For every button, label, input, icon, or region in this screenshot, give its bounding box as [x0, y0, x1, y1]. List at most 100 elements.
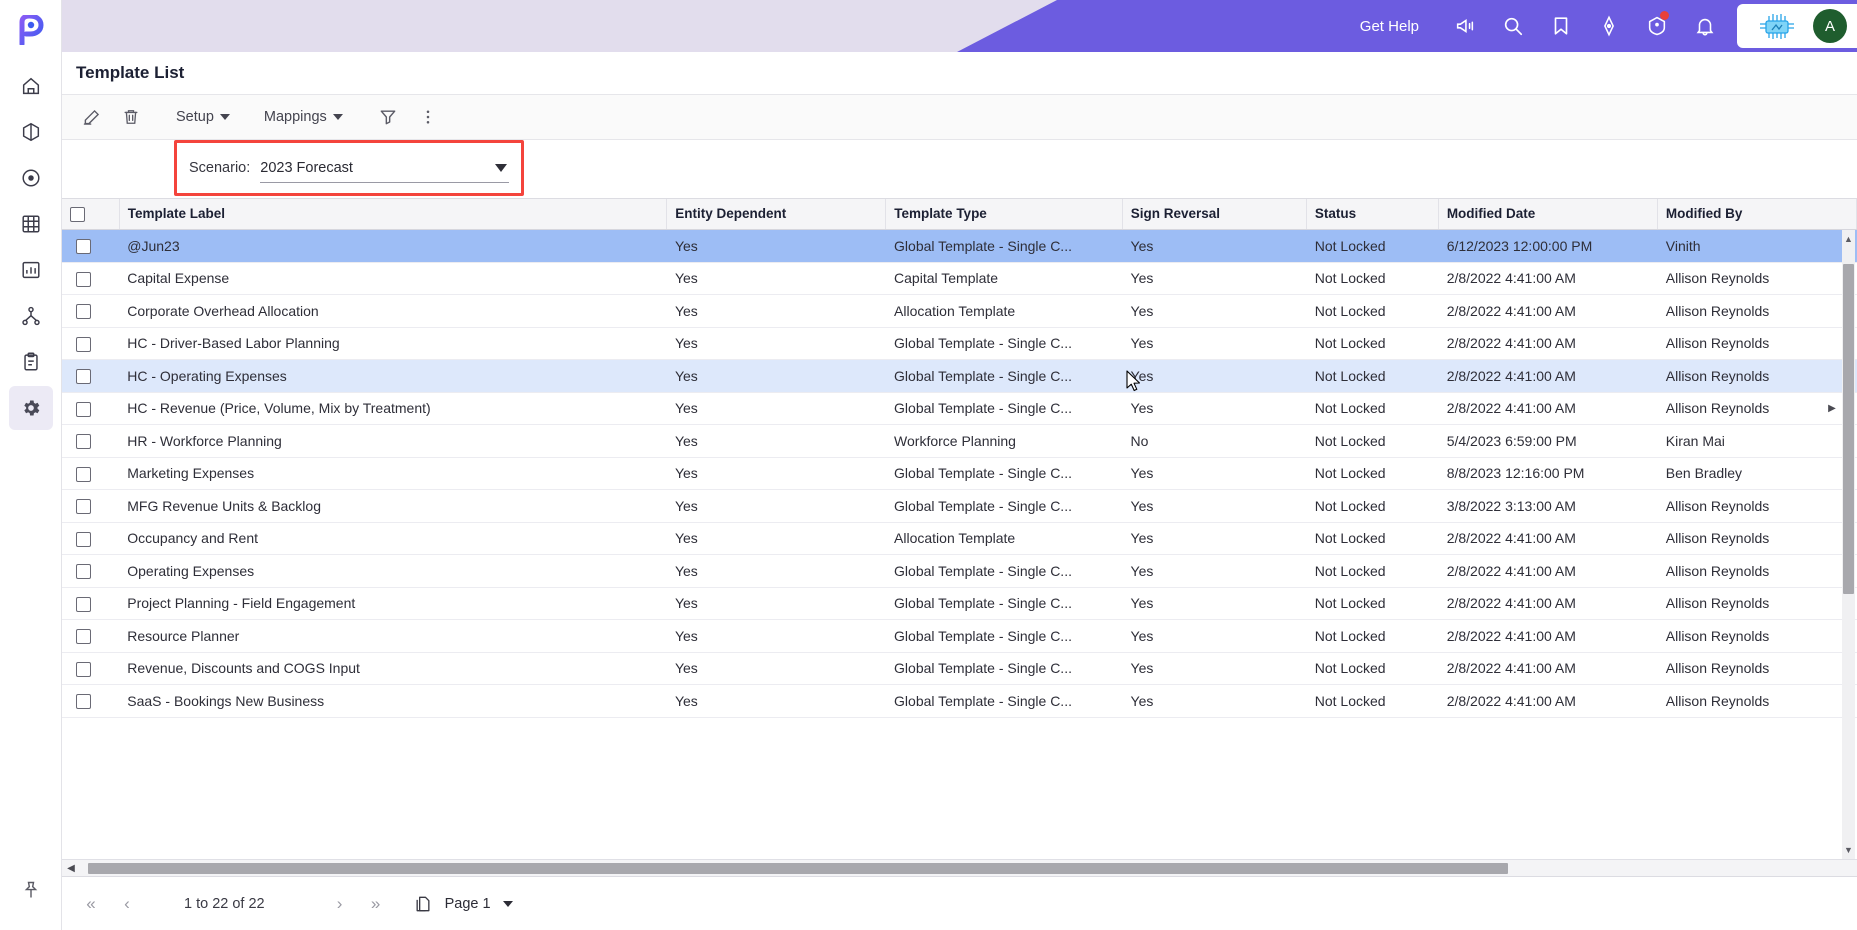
col-template-type[interactable]: Template Type — [885, 199, 1123, 230]
cell-template-type: Allocation Template — [886, 522, 1123, 555]
row-checkbox-cell[interactable] — [62, 619, 120, 653]
row-checkbox[interactable] — [76, 336, 91, 352]
table-row[interactable]: HC - Operating Expenses Yes Global Templat… — [62, 359, 1857, 393]
col-status[interactable]: Status — [1306, 199, 1439, 230]
row-checkbox[interactable] — [76, 694, 91, 710]
trash-icon[interactable] — [112, 98, 150, 136]
table-row[interactable]: HC - Revenue (Price, Volume, Mix by Trea… — [62, 392, 1857, 425]
cell-template-type: Global Template - Single C... — [886, 684, 1123, 718]
row-checkbox-cell[interactable] — [62, 489, 120, 523]
edit-icon[interactable] — [72, 98, 110, 136]
table-row[interactable]: Project Planning - Field Engagement Yes Gl… — [62, 587, 1857, 620]
cell-template-label: Operating Expenses — [119, 554, 667, 588]
col-modified-by[interactable]: Modified By — [1657, 199, 1857, 230]
cell-entity-dependent: Yes — [666, 392, 887, 425]
megaphone-icon[interactable] — [1441, 0, 1489, 52]
chip-icon[interactable] — [1751, 9, 1803, 43]
row-checkbox[interactable] — [76, 401, 91, 417]
prev-page-icon[interactable]: ‹ — [112, 889, 142, 919]
row-checkbox[interactable] — [76, 466, 91, 482]
box-icon[interactable] — [1633, 0, 1681, 52]
sidebar-item-targets[interactable] — [9, 156, 53, 200]
row-checkbox[interactable] — [76, 531, 91, 547]
table-row[interactable]: Marketing Expenses Yes Global Template - S… — [62, 457, 1857, 490]
sidebar-item-grids[interactable] — [9, 202, 53, 246]
compass-icon[interactable] — [1585, 0, 1633, 52]
vertical-scroll-thumb[interactable] — [1843, 263, 1854, 594]
last-page-icon[interactable]: » — [361, 889, 391, 919]
row-checkbox-cell[interactable] — [62, 554, 120, 588]
row-checkbox[interactable] — [76, 629, 91, 645]
row-checkbox-cell[interactable] — [62, 262, 120, 295]
first-page-icon[interactable]: « — [76, 889, 106, 919]
sidebar-item-models[interactable] — [9, 110, 53, 154]
row-checkbox-cell[interactable] — [62, 522, 120, 555]
bell-icon[interactable] — [1681, 0, 1729, 52]
row-checkbox[interactable] — [76, 499, 91, 515]
table-row[interactable]: MFG Revenue Units & Backlog Yes Global Tem… — [62, 489, 1857, 523]
col-template-label[interactable]: Template Label — [119, 199, 668, 230]
pin-icon[interactable] — [9, 868, 53, 912]
sidebar-item-hierarchy[interactable] — [9, 294, 53, 338]
col-modified-date[interactable]: Modified Date — [1438, 199, 1658, 230]
sidebar-item-tasks[interactable] — [9, 340, 53, 384]
cell-sign-reversal: Yes — [1122, 294, 1307, 328]
bookmark-icon[interactable] — [1537, 0, 1585, 52]
chevron-down-icon — [219, 114, 230, 120]
next-page-icon[interactable]: › — [325, 889, 355, 919]
row-checkbox-cell[interactable] — [62, 392, 120, 425]
col-entity-dependent[interactable]: Entity Dependent — [666, 199, 887, 230]
avatar[interactable]: A — [1813, 9, 1847, 43]
funnel-icon[interactable] — [369, 98, 407, 136]
table-row[interactable]: Occupancy and Rent Yes Allocation Template… — [62, 522, 1857, 555]
select-all-checkbox[interactable] — [70, 206, 85, 222]
horizontal-scroll-thumb[interactable] — [88, 863, 1508, 874]
row-checkbox-cell[interactable] — [62, 587, 120, 620]
horizontal-scrollbar[interactable]: ◀ ▶ — [62, 403, 1857, 876]
row-checkbox[interactable] — [76, 564, 91, 580]
get-help-link[interactable]: Get Help — [1360, 18, 1419, 35]
row-checkbox-cell[interactable] — [62, 652, 120, 685]
sidebar-item-reports[interactable] — [9, 248, 53, 292]
sidebar-item-home[interactable] — [9, 64, 53, 108]
sidebar-item-settings[interactable] — [8, 386, 53, 430]
row-checkbox-cell[interactable] — [62, 294, 120, 328]
table-row[interactable]: HC - Driver-Based Labor Planning Yes Globa… — [62, 327, 1857, 360]
row-checkbox[interactable] — [76, 271, 91, 287]
table-row[interactable]: Revenue, Discounts and COGS Input Yes Glob… — [62, 652, 1857, 685]
row-checkbox[interactable] — [76, 596, 91, 612]
row-checkbox-cell[interactable] — [62, 359, 120, 393]
table-row[interactable]: @Jun23 Yes Global Template - Single C... Ye… — [62, 229, 1857, 263]
row-checkbox-cell[interactable] — [62, 424, 120, 458]
col-sign-reversal[interactable]: Sign Reversal — [1122, 199, 1307, 230]
scroll-up-arrow[interactable]: ▲ — [1843, 232, 1854, 246]
row-checkbox[interactable] — [76, 304, 91, 320]
setup-menu-button[interactable]: Setup — [168, 98, 238, 136]
table-row[interactable]: HR - Workforce Planning Yes Workforce Plan… — [62, 424, 1857, 458]
notification-dot — [1660, 11, 1669, 20]
row-checkbox[interactable] — [76, 238, 91, 254]
row-checkbox[interactable] — [76, 661, 91, 677]
row-checkbox-cell[interactable] — [62, 457, 120, 490]
chevron-down-icon[interactable] — [502, 900, 513, 907]
row-checkbox-cell[interactable] — [62, 327, 120, 360]
row-checkbox[interactable] — [76, 369, 91, 385]
table-row[interactable]: Capital Expense Yes Capital Template Yes Not… — [62, 262, 1857, 295]
cell-status: Not Locked — [1306, 684, 1439, 718]
scenario-select[interactable]: 2023 Forecast — [260, 153, 509, 183]
table-row[interactable]: SaaS - Bookings New Business Yes Global Te… — [62, 684, 1857, 718]
vertical-scrollbar[interactable]: ▲ ▼ — [1842, 229, 1855, 859]
cell-template-type: Global Template - Single C... — [886, 652, 1123, 685]
row-checkbox-cell[interactable] — [62, 229, 120, 263]
mappings-menu-button[interactable]: Mappings — [256, 98, 351, 136]
scroll-left-arrow[interactable]: ◀ — [62, 863, 80, 874]
table-row[interactable]: Resource Planner Yes Global Template - Sin… — [62, 619, 1857, 653]
row-checkbox[interactable] — [76, 434, 91, 450]
scroll-right-arrow[interactable]: ▶ — [1823, 403, 1841, 930]
scroll-down-arrow[interactable]: ▼ — [1843, 843, 1854, 857]
more-vertical-icon[interactable] — [409, 98, 447, 136]
search-icon[interactable] — [1489, 0, 1537, 52]
table-row[interactable]: Corporate Overhead Allocation Yes Allocati… — [62, 294, 1857, 328]
table-row[interactable]: Operating Expenses Yes Global Template - S… — [62, 554, 1857, 588]
row-checkbox-cell[interactable] — [62, 684, 120, 718]
